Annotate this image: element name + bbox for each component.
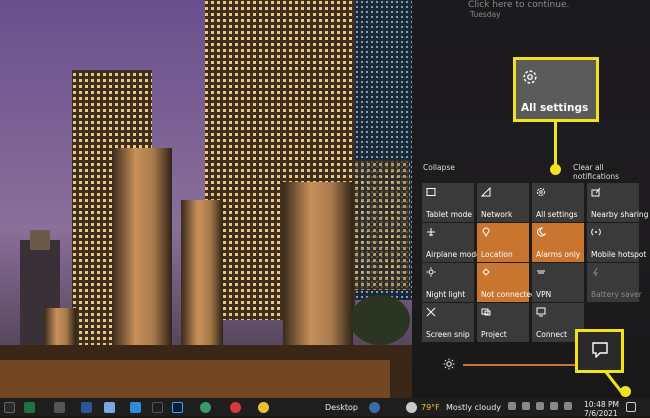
network-icon	[481, 187, 491, 197]
notification-icon[interactable]	[626, 402, 636, 412]
collapse-button[interactable]: Collapse	[423, 163, 455, 172]
tile-label: All settings	[536, 210, 578, 219]
tile-label: Mobile hotspot	[591, 250, 647, 259]
callout-connector	[554, 122, 557, 168]
tray-icon[interactable]	[536, 402, 544, 410]
taskview-icon[interactable]	[4, 402, 15, 413]
tile-not-connected[interactable]: Not connected	[477, 263, 536, 302]
tile-nearby-sharing[interactable]: Nearby sharing	[587, 183, 648, 222]
moon-icon	[537, 227, 546, 237]
tile-label: Screen snip	[426, 330, 470, 339]
notification-day: Tuesday	[470, 10, 501, 19]
app-icon[interactable]	[54, 402, 65, 413]
tile-vpn[interactable]: VPN	[532, 263, 584, 302]
app-icon[interactable]	[152, 402, 163, 413]
chrome-icon[interactable]	[258, 402, 269, 413]
connect-icon	[536, 307, 546, 317]
tile-project[interactable]: Project	[477, 303, 529, 342]
gear-icon	[537, 188, 545, 196]
tile-location[interactable]: Location	[477, 223, 529, 262]
brightness-slider[interactable]	[463, 364, 581, 366]
tile-label: Network	[481, 210, 513, 219]
hotspot-icon	[591, 228, 601, 236]
tile-night-light[interactable]: Night light	[422, 263, 474, 302]
tile-label: Nearby sharing	[591, 210, 649, 219]
notification-button-callout[interactable]	[575, 329, 624, 373]
word-icon[interactable]	[81, 402, 92, 413]
tile-tablet-mode[interactable]: Tablet mode	[422, 183, 474, 222]
sun-icon	[426, 267, 436, 277]
clear-all-notifications-button[interactable]: Clear all notifications	[573, 163, 650, 181]
tile-label: Alarms only	[536, 250, 581, 259]
weather-temp[interactable]: 79°F	[421, 403, 440, 412]
app-icon[interactable]	[230, 402, 241, 413]
callout-dot	[620, 386, 631, 397]
explorer-icon[interactable]	[104, 402, 115, 413]
location-icon	[482, 227, 490, 237]
tile-screen-snip[interactable]: Screen snip	[422, 303, 474, 342]
clock-time[interactable]: 10:48 PM	[584, 400, 619, 409]
tile-label: Battery saver	[591, 290, 642, 299]
snip-icon	[426, 307, 436, 317]
tile-airplane-mode[interactable]: Airplane mode	[422, 223, 481, 262]
tablet-icon	[426, 188, 436, 196]
tile-network[interactable]: Network	[477, 183, 529, 222]
tile-all-settings[interactable]: All settings	[532, 183, 584, 222]
tile-label: Night light	[426, 290, 466, 299]
tile-label: Project	[481, 330, 507, 339]
tile-alarms-only[interactable]: Alarms only	[532, 223, 584, 262]
help-icon[interactable]	[369, 402, 380, 413]
tray-icon[interactable]	[508, 402, 516, 410]
tile-label: Airplane mode	[426, 250, 481, 259]
callout-dot	[550, 164, 561, 175]
tile-battery-saver[interactable]: Battery saver	[587, 263, 642, 302]
notification-icon	[592, 342, 608, 358]
battery-icon	[593, 267, 598, 277]
excel-icon[interactable]	[24, 402, 35, 413]
gear-icon	[523, 70, 537, 84]
tile-label: VPN	[536, 290, 552, 299]
callout-label: All settings	[521, 102, 589, 114]
desktop-toolbar-label[interactable]: Desktop	[325, 403, 358, 412]
project-icon	[481, 308, 491, 316]
all-settings-callout[interactable]: All settings	[513, 57, 599, 122]
notification-text[interactable]: Click here to continue.	[468, 0, 569, 10]
tile-label: Not connected	[481, 290, 536, 299]
tile-label: Location	[481, 250, 513, 259]
tray-icon[interactable]	[564, 402, 572, 410]
tile-label: Connect	[536, 330, 568, 339]
tile-mobile-hotspot[interactable]: Mobile hotspot	[587, 223, 646, 262]
tray-icon[interactable]	[522, 402, 530, 410]
weather-desc[interactable]: Mostly cloudy	[446, 403, 501, 412]
airplane-icon	[427, 228, 435, 236]
brightness-icon	[443, 358, 455, 370]
mail-icon[interactable]	[130, 402, 141, 413]
photoshop-icon[interactable]	[172, 402, 183, 413]
clock-date[interactable]: 7/6/2021	[584, 409, 618, 418]
vpn-icon	[482, 268, 490, 276]
tile-label: Tablet mode	[426, 210, 472, 219]
share-icon	[591, 187, 601, 197]
app-icon[interactable]	[200, 402, 211, 413]
tray-icon[interactable]	[550, 402, 558, 410]
vpn-link-icon	[537, 270, 545, 274]
weather-icon[interactable]	[406, 402, 417, 413]
